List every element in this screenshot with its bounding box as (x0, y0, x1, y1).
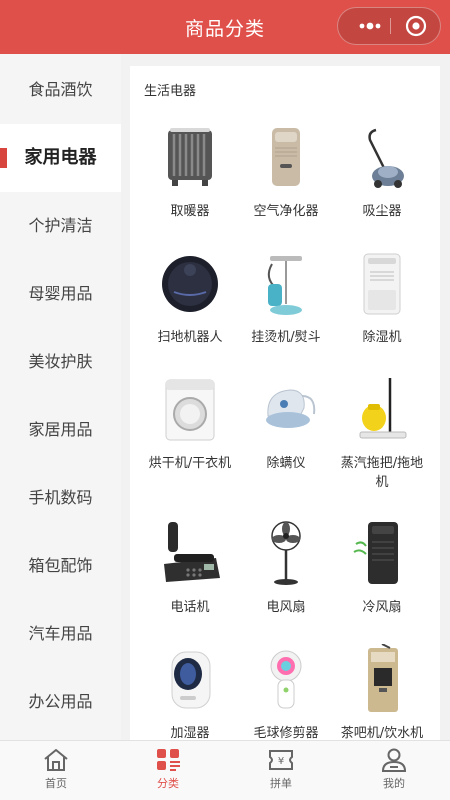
telephone-icon (164, 522, 220, 582)
product-name: 吸尘器 (362, 204, 402, 219)
section-title: 生活电器 (144, 84, 197, 99)
product-name: 电风扇 (266, 600, 306, 615)
product-name: 空气净化器 (253, 204, 319, 219)
product-name: 烘干机/干衣机 (148, 456, 232, 471)
sidebar-item-home-appliances[interactable]: 家用电器 (0, 124, 121, 192)
mite-remover-icon (266, 389, 316, 428)
humidifier-icon (171, 651, 211, 709)
robot-vacuum-icon (162, 256, 218, 312)
heater-icon (168, 128, 212, 186)
sidebar-item-home-goods[interactable]: 家居用品 (0, 396, 121, 464)
product-name: 毛球修剪器 (253, 726, 319, 740)
active-indicator (0, 148, 7, 168)
sidebar-item-food-drinks[interactable]: 食品酒饮 (0, 56, 121, 124)
tab-label: 首页 (45, 777, 67, 790)
tab-label: 我的 (383, 777, 405, 790)
tab-category[interactable]: 分类 (112, 741, 224, 800)
tab-profile[interactable]: 我的 (338, 741, 450, 800)
product-item-telephone[interactable]: 电话机 (145, 518, 235, 617)
close-miniprogram-icon[interactable] (398, 8, 434, 44)
sidebar-item-personal-care[interactable]: 个护清洁 (0, 192, 121, 260)
product-item-humidifier[interactable]: 加湿器 (145, 644, 235, 740)
sidebar-item-office[interactable]: 办公用品 (0, 668, 121, 736)
group-buy-icon: ¥ (269, 750, 293, 770)
tab-group-buy[interactable]: ¥ 拼单 (225, 741, 337, 800)
lint-remover-icon (270, 650, 302, 709)
sidebar-item-label: 汽车用品 (28, 624, 93, 643)
dryer-icon (165, 379, 215, 441)
bottom-tab-bar: 首页 分类 ¥ 拼单 我的 (0, 740, 450, 800)
product-item-steam-mop[interactable]: 蒸汽拖把/拖地机 (337, 374, 427, 492)
product-item-electric-fan[interactable]: 电风扇 (241, 518, 331, 617)
sidebar-item-label: 办公用品 (28, 692, 93, 711)
sidebar-item-beauty[interactable]: 美妆护肤 (0, 328, 121, 396)
sidebar-item-baby[interactable]: 母婴用品 (0, 260, 121, 328)
product-item-robot-vacuum[interactable]: 扫地机器人 (145, 248, 235, 347)
product-name: 电话机 (170, 600, 210, 615)
air-purifier-icon (272, 128, 300, 186)
sidebar-item-label: 箱包配饰 (28, 556, 93, 575)
water-dispenser-icon (368, 644, 398, 712)
product-name: 加湿器 (170, 726, 210, 740)
sidebar-item-bags[interactable]: 箱包配饰 (0, 532, 121, 600)
product-item-garment-steamer[interactable]: 挂烫机/熨斗 (241, 248, 331, 347)
product-name: 茶吧机/饮水机 (340, 726, 424, 740)
sidebar-item-label: 家用电器 (24, 147, 97, 168)
product-item-mite-remover[interactable]: 除螨仪 (241, 374, 331, 473)
product-item-water-dispenser[interactable]: 茶吧机/饮水机 (337, 644, 427, 740)
air-cooler-icon (353, 522, 398, 584)
sidebar-item-label: 家居用品 (28, 420, 93, 439)
electric-fan-icon (271, 521, 301, 585)
profile-icon (381, 748, 407, 772)
title-bar: 商品分类 (0, 0, 450, 54)
garment-steamer-icon (267, 256, 302, 315)
steam-mop-icon (359, 378, 407, 439)
product-item-air-cooler[interactable]: 冷风扇 (337, 518, 427, 617)
category-icon (157, 749, 180, 771)
sidebar-item-label: 个护清洁 (28, 216, 93, 235)
dehumidifier-icon (363, 253, 401, 315)
product-item-vacuum[interactable]: 吸尘器 (337, 122, 427, 221)
product-name: 冷风扇 (362, 600, 402, 615)
vacuum-cleaner-icon (368, 128, 404, 188)
product-name: 扫地机器人 (157, 330, 223, 345)
product-name: 除螨仪 (266, 456, 306, 471)
product-name: 蒸汽拖把/拖地机 (340, 456, 424, 490)
capsule-divider (390, 18, 391, 34)
mini-program-capsule (337, 7, 441, 45)
more-icon[interactable] (352, 8, 388, 44)
sidebar-item-label: 食品酒饮 (28, 80, 93, 99)
product-item-dryer[interactable]: 烘干机/干衣机 (145, 374, 235, 473)
product-name: 取暖器 (170, 204, 210, 219)
home-icon (44, 749, 68, 771)
sidebar-item-label: 手机数码 (28, 488, 93, 507)
sidebar-item-digital[interactable]: 手机数码 (0, 464, 121, 532)
tab-label: 拼单 (270, 777, 292, 790)
svg-text:¥: ¥ (278, 756, 284, 767)
product-item-dehumidifier[interactable]: 除湿机 (337, 248, 427, 347)
product-panel: 生活电器 取暖器 空气净化器 吸尘器 扫地机器人 挂烫机/熨斗 除湿机 烘干机/… (130, 66, 440, 740)
tab-home[interactable]: 首页 (0, 741, 112, 800)
sidebar-item-label: 美妆护肤 (28, 352, 93, 371)
category-sidebar: 食品酒饮 家用电器 个护清洁 母婴用品 美妆护肤 家居用品 手机数码 箱包配饰 … (0, 54, 121, 740)
tab-label: 分类 (157, 777, 179, 790)
product-item-heater[interactable]: 取暖器 (145, 122, 235, 221)
product-name: 除湿机 (362, 330, 402, 345)
product-item-lint-remover[interactable]: 毛球修剪器 (241, 644, 331, 740)
sidebar-item-label: 母婴用品 (28, 284, 93, 303)
sidebar-item-auto[interactable]: 汽车用品 (0, 600, 121, 668)
product-name: 挂烫机/熨斗 (251, 330, 321, 345)
product-item-air-purifier[interactable]: 空气净化器 (241, 122, 331, 221)
